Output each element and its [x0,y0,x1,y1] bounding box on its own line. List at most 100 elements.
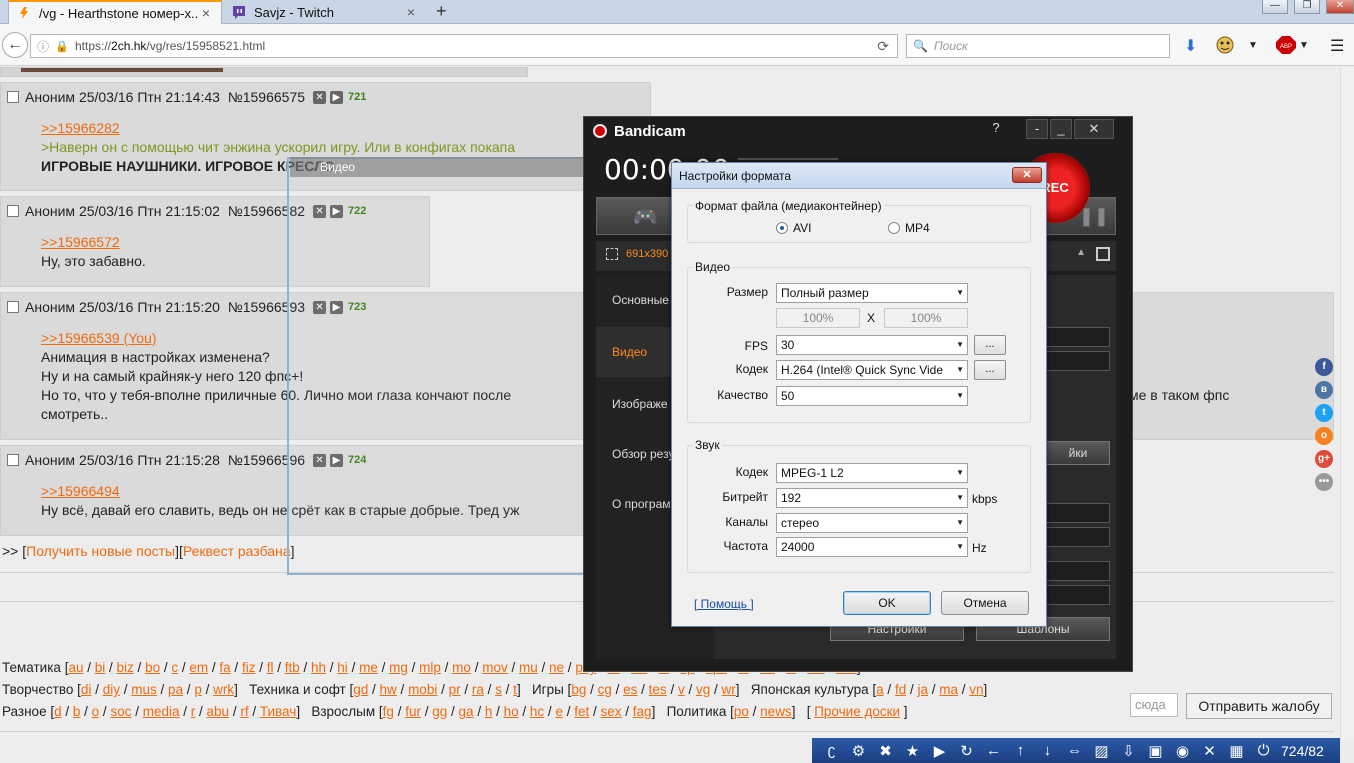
board-link[interactable]: hc [530,704,544,719]
gamepad-icon[interactable]: 🎮 [633,204,658,229]
reply-link[interactable]: >>15966282 [41,119,515,138]
board-link[interactable]: mov [482,660,508,675]
tab-close-icon[interactable]: × [404,4,418,20]
board-link[interactable]: au [68,660,83,675]
board-link[interactable]: rf [240,704,248,719]
logo-icon[interactable]: ʗ [818,742,845,759]
board-link[interactable]: e [555,704,563,719]
board-link[interactable]: wrk [213,682,234,697]
window-icon[interactable] [1096,247,1110,261]
board-link[interactable]: v [678,682,685,697]
channels-select[interactable]: стерео ▼ [776,513,968,533]
board-link[interactable]: fl [267,660,274,675]
refresh-icon[interactable]: ↻ [953,742,980,760]
board-link[interactable]: r [191,704,196,719]
board-link[interactable]: fd [895,682,906,697]
board-link[interactable]: bg [571,682,586,697]
back-button[interactable]: ← [2,32,28,58]
more-share-icon[interactable]: ••• [1315,473,1333,491]
cancel-button[interactable]: Отмена [941,591,1029,615]
panel-field[interactable] [1046,585,1110,605]
reload-icon[interactable]: ⟳ [877,38,889,55]
board-link[interactable]: fur [405,704,421,719]
panel-field[interactable] [1046,527,1110,547]
board-link[interactable]: abu [207,704,230,719]
panel-field[interactable] [1046,351,1110,371]
codec-select[interactable]: H.264 (Intel® Quick Sync Vide ▼ [776,360,968,380]
tab-close-icon[interactable]: × [199,5,213,21]
reply-link[interactable]: >>15966572 [41,233,146,252]
board-link[interactable]: h [485,704,493,719]
panel-field[interactable] [1046,503,1110,523]
board-link[interactable]: ftb [285,660,300,675]
board-link[interactable]: mu [519,660,538,675]
audio-codec-select[interactable]: MPEG-1 L2 ▼ [776,463,968,483]
favorites-icon[interactable]: ★ [899,742,926,760]
adblock-icon[interactable]: ABP [1276,36,1296,59]
download-icon[interactable]: ⬇ [1184,36,1197,56]
expand-threads-icon[interactable]: ⇔ [1061,742,1088,759]
board-link[interactable]: pr [449,682,461,697]
video-icon[interactable]: ▶ [926,742,953,760]
address-bar[interactable]: ⓘ 🔒 https://2ch.hk/vg/res/15958521.html … [30,34,898,58]
minimize-button[interactable]: — [1262,0,1288,14]
board-link[interactable]: es [623,682,637,697]
save-thread-icon[interactable]: ⇩ [1115,742,1142,760]
board-link[interactable]: hi [337,660,348,675]
post-checkbox[interactable] [7,91,19,103]
board-link[interactable]: fg [383,704,394,719]
goback-icon[interactable]: ← [980,742,1007,759]
menu-icon[interactable]: ☰ [1330,36,1344,56]
get-new-posts-link[interactable]: Получить новые посты [26,543,175,559]
board-link[interactable]: Тивач [260,704,296,719]
maximize-button[interactable]: ❐ [1294,0,1320,14]
other-boards-link[interactable]: Прочие доски [814,704,900,719]
eye-icon[interactable]: ◉ [1169,742,1196,760]
size-select[interactable]: Полный размер ▼ [776,283,968,303]
page-scrollbar[interactable] [1340,67,1354,741]
hide-post-icon[interactable]: ✕ [313,90,327,104]
board-link[interactable]: ra [472,682,484,697]
settings-button-partial[interactable]: йки [1046,441,1110,465]
close-button[interactable]: ✕ [1074,119,1114,139]
board-link[interactable]: mus [131,682,157,697]
board-link[interactable]: fa [219,660,230,675]
board-link[interactable]: gd [353,682,368,697]
region-icon[interactable] [606,248,618,260]
send-report-button[interactable]: Отправить жалобу [1186,693,1332,719]
panel-field[interactable] [1046,561,1110,581]
board-link[interactable]: wr [722,682,736,697]
post-checkbox[interactable] [7,454,19,466]
panel-field[interactable] [1046,327,1110,347]
search-input[interactable]: 🔍 Поиск [906,34,1170,58]
scroll-down-icon[interactable]: ↓ [1034,742,1061,759]
extension-face-icon[interactable] [1216,36,1234,59]
new-tab-button[interactable]: + [436,1,447,22]
board-link[interactable]: ja [917,682,928,697]
board-link[interactable]: ga [459,704,474,719]
report-input[interactable]: сюда [1130,693,1178,717]
board-link[interactable]: p [194,682,202,697]
google-plus-icon[interactable]: g+ [1315,450,1333,468]
capture-region[interactable] [287,157,587,575]
codec-more-button[interactable]: ... [974,360,1006,380]
settings-icon[interactable]: ⚙ [845,742,872,760]
board-link[interactable]: me [359,660,378,675]
image-thumbnail[interactable] [21,68,223,72]
board-link[interactable]: media [143,704,180,719]
board-link[interactable]: fet [574,704,589,719]
odnoklassniki-icon[interactable]: о [1315,427,1333,445]
frequency-select[interactable]: 24000 ▼ [776,537,968,557]
board-link[interactable]: d [54,704,62,719]
pause-icon[interactable]: ❚❚ [1079,206,1109,227]
tab-twitch[interactable]: Savjz - Twitch × [224,0,426,24]
board-link[interactable]: fiz [242,660,256,675]
info-icon[interactable]: ⓘ [37,38,53,55]
ok-button[interactable]: OK [843,591,931,615]
quality-select[interactable]: 50 ▼ [776,386,968,406]
unban-request-link[interactable]: Реквест разбана [183,543,291,559]
chevron-down-icon[interactable]: ▼ [1248,40,1258,51]
board-link[interactable]: ne [549,660,564,675]
board-link[interactable]: news [760,704,792,719]
chevron-up-icon[interactable]: ▲ [1076,247,1086,258]
